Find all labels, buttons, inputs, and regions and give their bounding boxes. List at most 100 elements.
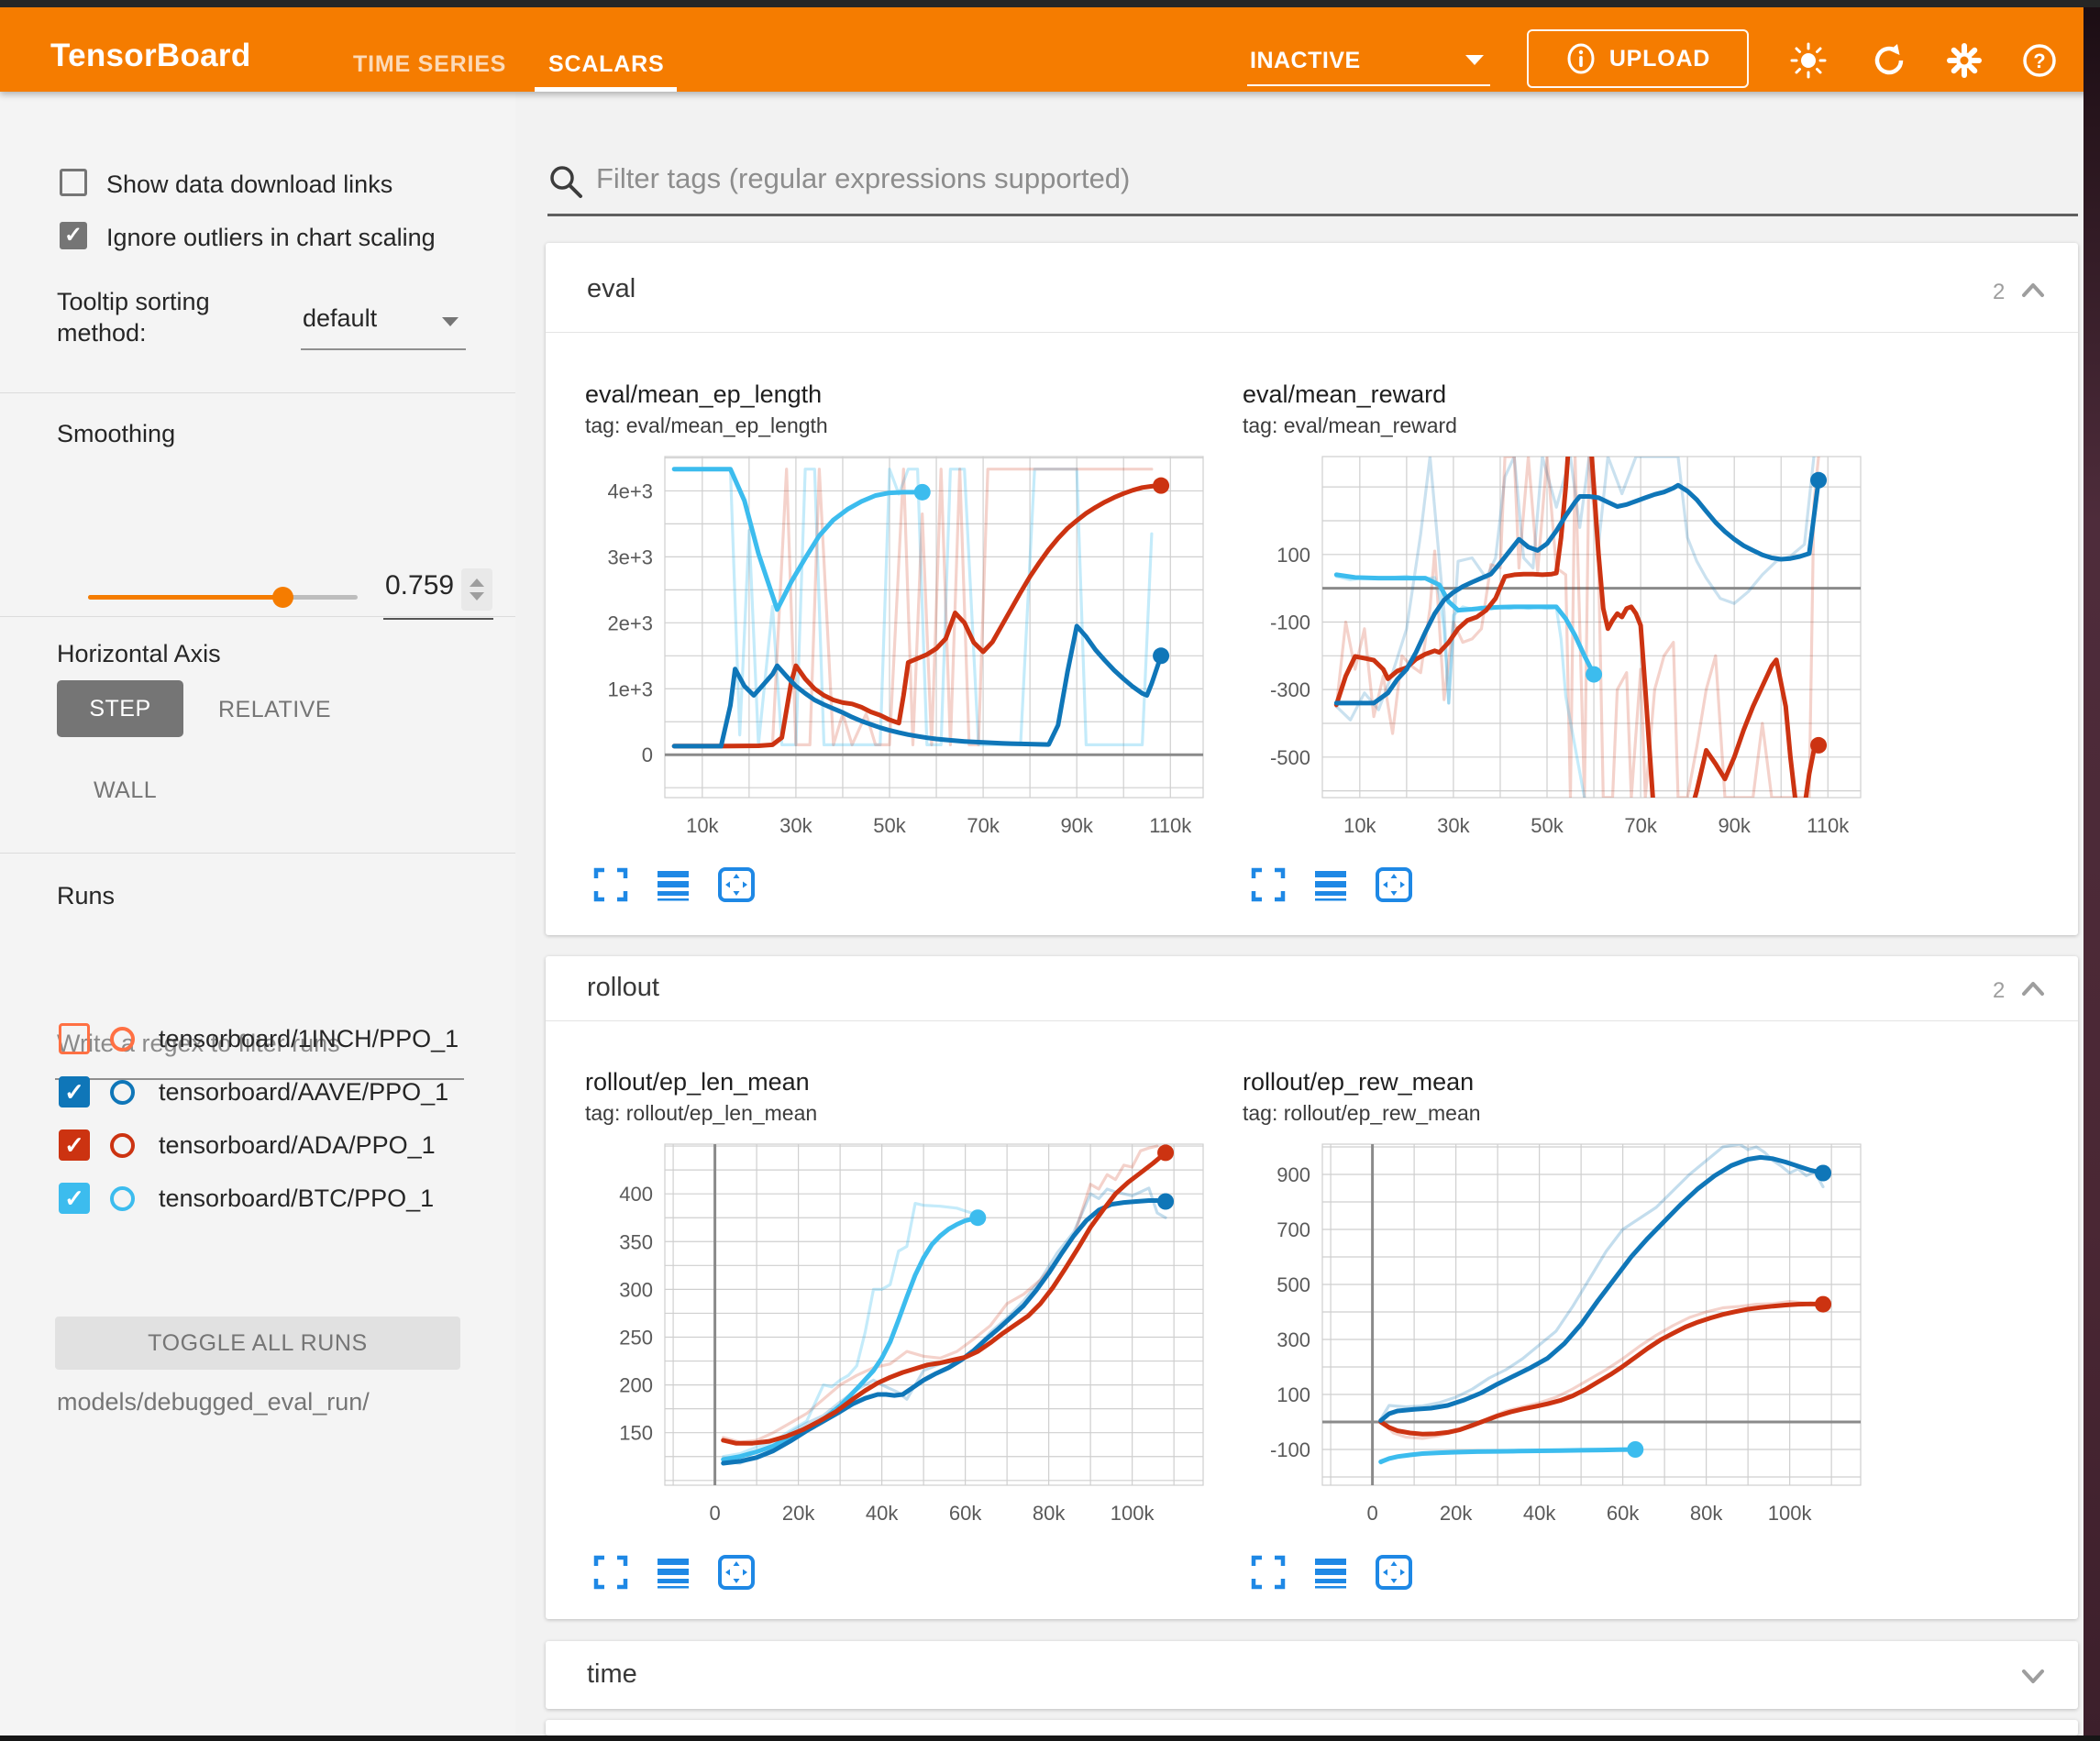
- filter-tags-input[interactable]: [594, 161, 2019, 196]
- status-underline: [1247, 84, 1490, 86]
- svg-text:60k: 60k: [949, 1502, 982, 1525]
- haxis-relative-button[interactable]: RELATIVE: [218, 697, 331, 723]
- info-icon: [1565, 43, 1597, 74]
- svg-text:100: 100: [1277, 544, 1310, 567]
- smoothing-label: Smoothing: [57, 420, 175, 448]
- chart-toolbar: [1250, 866, 1877, 903]
- status-dropdown[interactable]: INACTIVE: [1250, 48, 1361, 74]
- stepper-up-icon[interactable]: [470, 578, 484, 587]
- active-tab-underline: [535, 87, 677, 92]
- line-chart[interactable]: 10k30k50k70k90k110k01e+32e+33e+34e+3: [578, 446, 1220, 849]
- svg-text:-300: -300: [1270, 678, 1310, 701]
- fullscreen-icon[interactable]: [592, 1554, 629, 1591]
- stepper-down-icon[interactable]: [470, 592, 484, 601]
- divider: [0, 616, 515, 617]
- fullscreen-icon[interactable]: [1250, 1554, 1287, 1591]
- search-icon: [547, 163, 584, 200]
- chart-rollout-ep-len-mean: rollout/ep_len_mean tag: rollout/ep_len_…: [578, 1068, 1220, 1591]
- svg-text:100k: 100k: [1111, 1502, 1155, 1525]
- fit-domain-icon[interactable]: [1375, 866, 1413, 903]
- line-chart[interactable]: 10k30k50k70k90k110k100-100-300-500: [1235, 446, 1877, 849]
- svg-text:90k: 90k: [1060, 814, 1093, 837]
- log-scale-icon[interactable]: [655, 866, 691, 903]
- log-scale-icon[interactable]: [1312, 1554, 1349, 1591]
- line-chart[interactable]: 020k40k60k80k100k150200250300350400: [578, 1133, 1220, 1537]
- smoothing-slider-knob[interactable]: [272, 587, 293, 608]
- ignore-outliers-checkbox[interactable]: ✓: [60, 222, 87, 249]
- tooltip-sorting-select[interactable]: default: [303, 304, 377, 333]
- chevron-down-icon[interactable]: [2020, 1665, 2046, 1687]
- divider: [0, 853, 515, 854]
- section-title: rollout: [587, 973, 659, 1003]
- sidebar: Show data download links ✓ Ignore outlie…: [0, 92, 515, 1741]
- log-scale-icon[interactable]: [655, 1554, 691, 1591]
- svg-text:300: 300: [619, 1278, 653, 1301]
- run-row-1inch[interactable]: ✓ tensorboard/1INCH/PPO_1: [59, 1016, 459, 1062]
- line-chart[interactable]: 020k40k60k80k100k-100100300500700900: [1235, 1133, 1877, 1537]
- run-checkbox[interactable]: ✓: [59, 1129, 90, 1161]
- divider: [546, 332, 2078, 333]
- tooltip-select-underline: [301, 348, 466, 350]
- svg-text:0: 0: [1366, 1502, 1377, 1525]
- window-scrollbar-strip[interactable]: [2083, 0, 2100, 1741]
- svg-text:80k: 80k: [1690, 1502, 1723, 1525]
- section-count: 2: [1993, 978, 2005, 1004]
- svg-text:400: 400: [619, 1183, 653, 1206]
- svg-text:80k: 80k: [1033, 1502, 1066, 1525]
- chevron-up-icon[interactable]: [2020, 978, 2046, 1000]
- haxis-step-button[interactable]: STEP: [57, 680, 183, 737]
- fullscreen-icon[interactable]: [592, 866, 629, 903]
- chart-toolbar: [592, 866, 1220, 903]
- run-checkbox[interactable]: ✓: [59, 1076, 90, 1107]
- run-label: tensorboard/AAVE/PPO_1: [159, 1078, 448, 1107]
- svg-text:20k: 20k: [782, 1502, 815, 1525]
- divider: [546, 1020, 2078, 1021]
- tab-time-series[interactable]: TIME SERIES: [353, 51, 506, 78]
- section-title: eval: [587, 274, 636, 304]
- run-color-circle: [110, 1080, 135, 1105]
- settings-icon[interactable]: [1946, 42, 1983, 79]
- tooltip-sorting-label-line1: Tooltip sorting: [57, 288, 210, 316]
- chevron-down-icon[interactable]: [442, 317, 459, 326]
- toggle-all-runs-button[interactable]: TOGGLE ALL RUNS: [55, 1317, 460, 1370]
- haxis-wall-button[interactable]: WALL: [94, 777, 157, 804]
- chart-title: eval/mean_reward: [1243, 380, 1877, 409]
- svg-text:0: 0: [642, 744, 653, 766]
- svg-text:900: 900: [1277, 1163, 1310, 1186]
- svg-text:-500: -500: [1270, 746, 1310, 769]
- tab-scalars[interactable]: SCALARS: [548, 51, 664, 78]
- run-row-ada[interactable]: ✓ tensorboard/ADA/PPO_1: [59, 1122, 436, 1168]
- section-count: 2: [1993, 280, 2005, 305]
- fullscreen-icon[interactable]: [1250, 866, 1287, 903]
- chart-eval-mean-reward: eval/mean_reward tag: eval/mean_reward 1…: [1235, 380, 1877, 903]
- chart-title: rollout/ep_rew_mean: [1243, 1068, 1877, 1096]
- brightness-icon[interactable]: [1790, 42, 1827, 79]
- chevron-up-icon[interactable]: [2020, 280, 2046, 302]
- run-row-aave[interactable]: ✓ tensorboard/AAVE/PPO_1: [59, 1069, 448, 1115]
- svg-text:40k: 40k: [1523, 1502, 1556, 1525]
- run-row-btc[interactable]: ✓ tensorboard/BTC/PPO_1: [59, 1175, 434, 1221]
- log-scale-icon[interactable]: [1312, 866, 1349, 903]
- run-checkbox[interactable]: ✓: [59, 1183, 90, 1214]
- svg-text:100: 100: [1277, 1383, 1310, 1406]
- smoothing-value-input[interactable]: 0.759: [385, 570, 454, 601]
- fit-domain-icon[interactable]: [717, 1554, 756, 1591]
- svg-text:100k: 100k: [1768, 1502, 1813, 1525]
- help-icon[interactable]: ?: [2021, 42, 2058, 79]
- chevron-down-icon[interactable]: [1465, 55, 1484, 65]
- svg-text:110k: 110k: [1149, 814, 1192, 837]
- svg-text:250: 250: [619, 1326, 653, 1349]
- run-checkbox[interactable]: ✓: [59, 1023, 90, 1054]
- fit-domain-icon[interactable]: [717, 866, 756, 903]
- app-title: TensorBoard: [50, 38, 251, 74]
- show-download-links-checkbox[interactable]: [60, 169, 87, 196]
- divider: [0, 392, 515, 393]
- svg-text:10k: 10k: [686, 814, 719, 837]
- smoothing-stepper[interactable]: [461, 568, 492, 611]
- window-top-strip: [0, 0, 2100, 7]
- smoothing-value-underline: [383, 618, 493, 620]
- upload-button[interactable]: UPLOAD: [1527, 29, 1749, 88]
- fit-domain-icon[interactable]: [1375, 1554, 1413, 1591]
- refresh-icon[interactable]: [1871, 42, 1907, 79]
- run-color-circle: [110, 1186, 135, 1211]
